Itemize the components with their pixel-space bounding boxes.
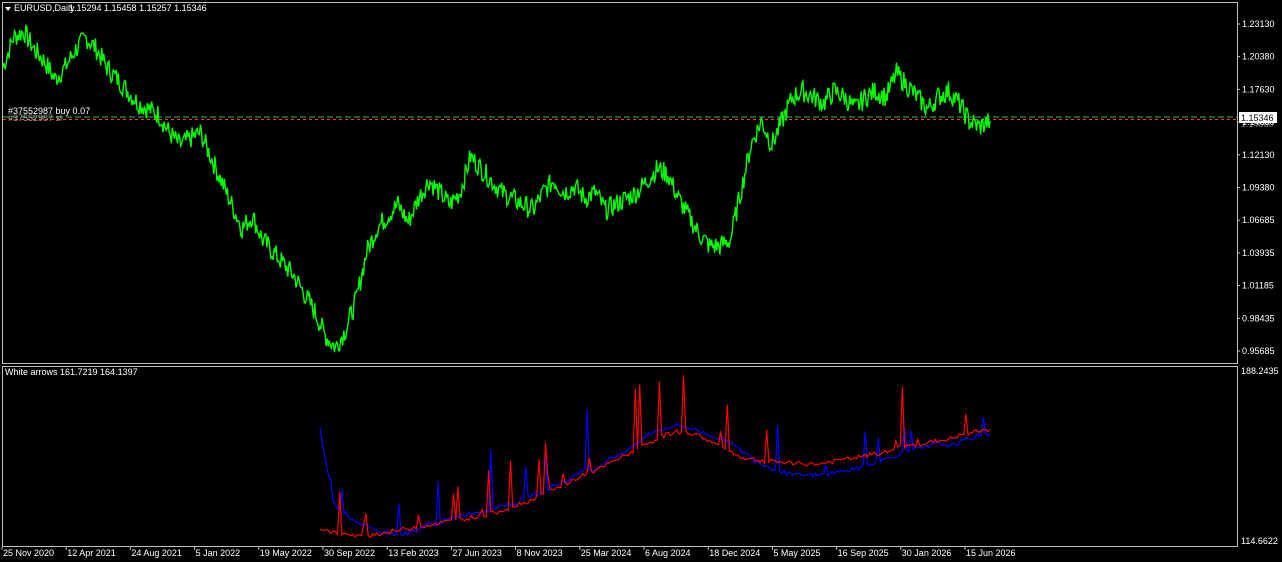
price-tick-label: 1.20380 — [1242, 52, 1275, 62]
price-tick-label: 1.12130 — [1242, 150, 1275, 160]
date-tick-label: 25 Mar 2024 — [581, 548, 632, 558]
date-tick-label: 8 Nov 2023 — [517, 548, 563, 558]
indicator-panel[interactable] — [2, 366, 1238, 547]
date-tick-label: 27 Jun 2023 — [452, 548, 502, 558]
price-tick-label: 1.03935 — [1242, 248, 1275, 258]
date-axis: 25 Nov 2020 12 Apr 2021 24 Aug 2021 5 Jan 2… — [1, 547, 1016, 558]
price-tick-label: 1.01185 — [1242, 281, 1274, 291]
indicator-blue-line — [319, 408, 991, 537]
date-tick-label: 25 Nov 2020 — [3, 548, 54, 558]
date-tick-label: 5 Jan 2022 — [196, 548, 241, 558]
dropdown-triangle-icon[interactable] — [5, 7, 11, 11]
date-tick-label: 16 Sep 2025 — [838, 548, 889, 558]
price-tick-label: 1.23130 — [1242, 19, 1275, 29]
date-tick-label: 15 Jun 2026 — [966, 548, 1016, 558]
ohlc-values: 1.15294 1.15458 1.15257 1.15346 — [69, 3, 207, 13]
price-tick-label: 1.17630 — [1242, 84, 1275, 94]
price-series-line — [2, 24, 991, 353]
date-tick-label: 18 Dec 2024 — [709, 548, 760, 558]
indicator-top-label: 188.2435 — [1241, 366, 1279, 376]
price-tick-label: 0.95685 — [1242, 346, 1275, 356]
price-tick-label: 1.09380 — [1242, 183, 1275, 193]
price-axis: 1.23130 1.20380 1.17630 1.14880 1.12130 1.093… — [1237, 19, 1275, 356]
indicator-title: White arrows 161.7219 164.1397 — [5, 367, 138, 377]
trading-chart[interactable]: EURUSD,Daily 1.15294 1.15458 1.15257 1.1… — [0, 0, 1282, 562]
date-tick-label: 13 Feb 2023 — [388, 548, 439, 558]
symbol-label: EURUSD,Daily — [14, 3, 75, 13]
order-sl-label: #37552987 sl — [8, 113, 62, 123]
indicator-bottom-label: 114.6622 — [1241, 536, 1278, 546]
price-tick-label: 1.06685 — [1242, 215, 1275, 225]
indicator-red-line — [319, 375, 991, 539]
price-tick-label: 0.98435 — [1242, 313, 1275, 323]
date-tick-label: 5 May 2025 — [773, 548, 820, 558]
date-tick-label: 12 Apr 2021 — [67, 548, 116, 558]
date-tick-label: 24 Aug 2021 — [131, 548, 182, 558]
date-tick-label: 19 May 2022 — [260, 548, 312, 558]
date-tick-label: 30 Sep 2022 — [324, 548, 375, 558]
date-tick-label: 6 Aug 2024 — [645, 548, 691, 558]
order-price-label: 1.14880 — [1241, 119, 1274, 129]
date-tick-label: 30 Jan 2026 — [902, 548, 952, 558]
main-price-panel[interactable] — [2, 2, 1238, 364]
